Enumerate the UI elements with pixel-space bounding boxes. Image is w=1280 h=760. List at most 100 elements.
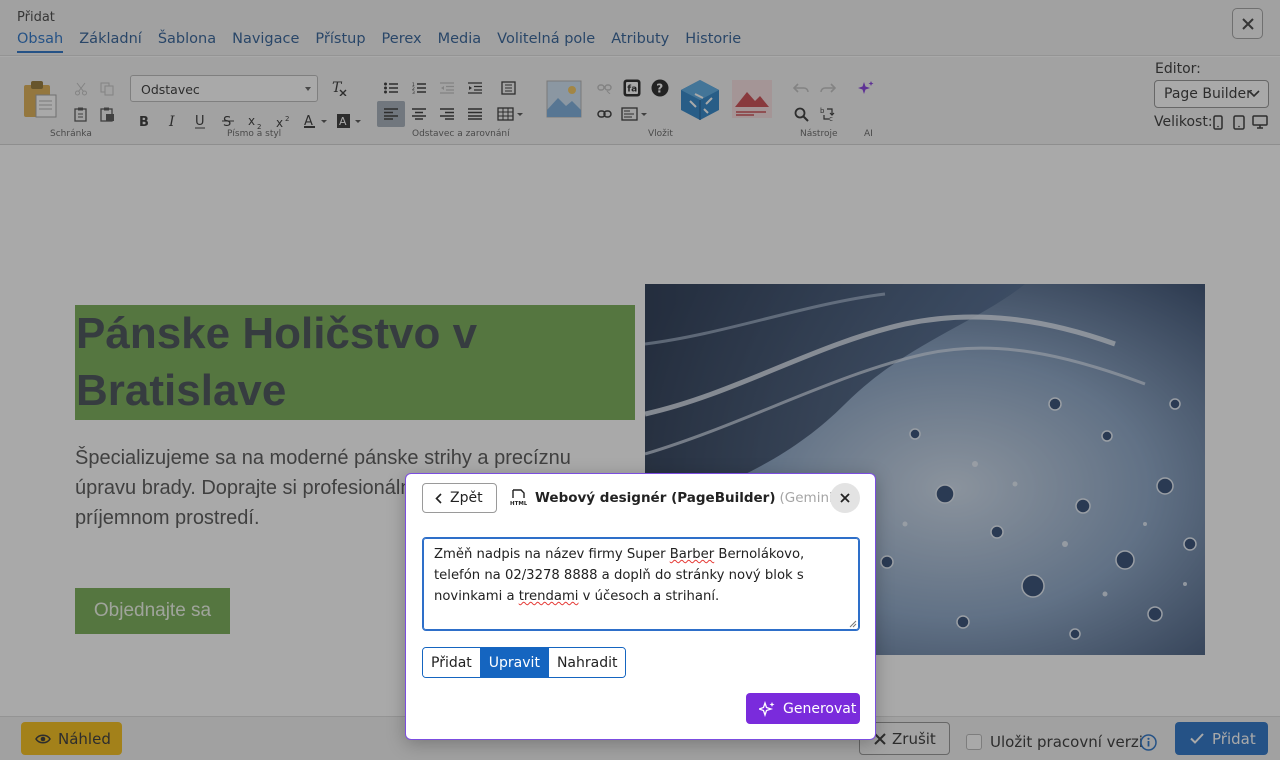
- tab-pristup[interactable]: Přístup: [315, 31, 365, 53]
- redo-button[interactable]: [817, 77, 839, 99]
- undo-icon: [793, 83, 809, 93]
- insert-banner-button[interactable]: [731, 79, 773, 119]
- help-button[interactable]: ?: [649, 77, 671, 99]
- editor-select[interactable]: Page Builder: [1154, 80, 1269, 108]
- cut-button[interactable]: [70, 78, 92, 100]
- tab-volitelna-pole[interactable]: Volitelná pole: [497, 31, 595, 53]
- svg-text:I: I: [168, 114, 175, 128]
- bulleted-list-icon: [384, 82, 398, 94]
- svg-text:HTML: HTML: [510, 501, 527, 506]
- desktop-icon: [1252, 115, 1268, 129]
- chevron-left-icon: [435, 492, 442, 504]
- generate-button-label: Generovat: [783, 700, 857, 717]
- save-draft-checkbox[interactable]: [966, 734, 982, 750]
- svg-text:x: x: [276, 116, 283, 129]
- submit-add-button[interactable]: Přidat: [1175, 722, 1268, 755]
- link-button[interactable]: [593, 103, 615, 125]
- align-left-button[interactable]: [377, 101, 405, 127]
- decrease-indent-button[interactable]: [436, 77, 458, 99]
- preview-button[interactable]: Náhled: [21, 722, 122, 755]
- dialog-title: HTML Webový designér (PageBuilder) (Gemi…: [510, 489, 838, 506]
- underline-button[interactable]: U: [189, 110, 211, 132]
- tab-obsah[interactable]: Obsah: [17, 31, 64, 53]
- underline-icon: U: [195, 114, 205, 129]
- numbered-list-button[interactable]: 123: [408, 77, 430, 99]
- unlink-button[interactable]: [593, 77, 615, 99]
- prompt-misspelled-word: Barber: [669, 547, 715, 562]
- dialog-close-button[interactable]: [830, 483, 860, 513]
- ai-assistant-button[interactable]: [855, 77, 877, 99]
- align-right-button[interactable]: [436, 103, 458, 125]
- superscript-icon: x2: [276, 115, 289, 129]
- mode-add-button[interactable]: Přidat: [423, 648, 481, 677]
- cut-icon: [75, 82, 87, 96]
- group-label-ai: AI: [864, 129, 873, 139]
- paragraph-format-select[interactable]: Odstavec: [130, 75, 318, 102]
- generate-button[interactable]: Generovat: [746, 693, 860, 724]
- svg-text:T: T: [332, 80, 343, 96]
- tab-navigace[interactable]: Navigace: [232, 31, 299, 53]
- paste-button[interactable]: [22, 79, 58, 119]
- info-icon: [1140, 734, 1157, 751]
- preview-button-label: Náhled: [58, 729, 111, 748]
- find-button[interactable]: [790, 103, 812, 125]
- show-blocks-button[interactable]: [497, 77, 519, 99]
- resize-grip-icon[interactable]: [849, 620, 857, 628]
- replace-button[interactable]: bc: [817, 103, 839, 125]
- bold-button[interactable]: B: [133, 110, 155, 132]
- decrease-indent-icon: [440, 82, 454, 94]
- align-right-icon: [440, 108, 454, 120]
- back-button[interactable]: Zpět: [422, 483, 497, 513]
- sparkles-icon: [858, 81, 874, 94]
- close-icon: [1241, 17, 1254, 30]
- size-desktop-button[interactable]: [1249, 111, 1271, 133]
- remove-format-icon: T: [332, 80, 347, 96]
- link-icon: [596, 110, 612, 118]
- hero-cta-button[interactable]: Objednajte sa: [75, 588, 230, 634]
- mode-edit-button[interactable]: Upravit: [480, 648, 549, 677]
- back-button-label: Zpět: [450, 490, 483, 506]
- save-draft-label: Uložit pracovní verzi: [990, 733, 1143, 751]
- svg-text:b: b: [820, 107, 825, 115]
- align-left-icon: [384, 108, 398, 120]
- close-window-button[interactable]: [1232, 8, 1263, 39]
- size-tablet-button[interactable]: [1228, 111, 1250, 133]
- font-awesome-button[interactable]: fa: [621, 77, 643, 99]
- tab-zakladni[interactable]: Základní: [79, 31, 142, 53]
- draft-info-button[interactable]: [1140, 734, 1157, 755]
- paste-text-button[interactable]: [70, 103, 92, 125]
- tablet-icon: [1233, 114, 1245, 130]
- table-button[interactable]: [497, 103, 525, 125]
- prompt-textarea[interactable]: Změň nadpis na název firmy Super Barber …: [422, 537, 860, 631]
- remove-format-button[interactable]: T: [328, 77, 350, 99]
- hero-heading[interactable]: Pánske Holičstvo v Bratislave: [75, 305, 635, 420]
- tab-atributy[interactable]: Atributy: [611, 31, 669, 53]
- bulleted-list-button[interactable]: [380, 77, 402, 99]
- editor-select-value: Page Builder: [1164, 86, 1252, 102]
- tab-media[interactable]: Media: [438, 31, 482, 53]
- prompt-text-part: Změň nadpis na název firmy Super: [434, 547, 670, 562]
- increase-indent-button[interactable]: [464, 77, 486, 99]
- insert-form-button[interactable]: [621, 103, 651, 125]
- text-color-button[interactable]: A: [302, 110, 330, 132]
- undo-button[interactable]: [790, 77, 812, 99]
- numbered-list-icon: 123: [412, 82, 426, 94]
- tab-perex[interactable]: Perex: [382, 31, 422, 53]
- insert-image-button[interactable]: [546, 80, 582, 118]
- tab-historie[interactable]: Historie: [685, 31, 741, 53]
- chevron-down-icon: [305, 87, 311, 91]
- unlink-icon: [596, 84, 612, 94]
- size-phone-button[interactable]: [1207, 111, 1229, 133]
- tab-sablona[interactable]: Šablona: [158, 31, 216, 53]
- replace-icon: bc: [820, 107, 835, 122]
- align-center-button[interactable]: [408, 103, 430, 125]
- mode-replace-button[interactable]: Nahradit: [548, 648, 626, 677]
- group-label-clipboard: Schránka: [50, 129, 92, 139]
- copy-button[interactable]: [96, 78, 118, 100]
- paste-word-button[interactable]: [96, 103, 118, 125]
- italic-button[interactable]: I: [161, 110, 183, 132]
- align-justify-button[interactable]: [464, 103, 486, 125]
- size-label: Velikost:: [1154, 114, 1213, 130]
- insert-component-button[interactable]: [680, 79, 720, 121]
- background-color-button[interactable]: A: [336, 110, 364, 132]
